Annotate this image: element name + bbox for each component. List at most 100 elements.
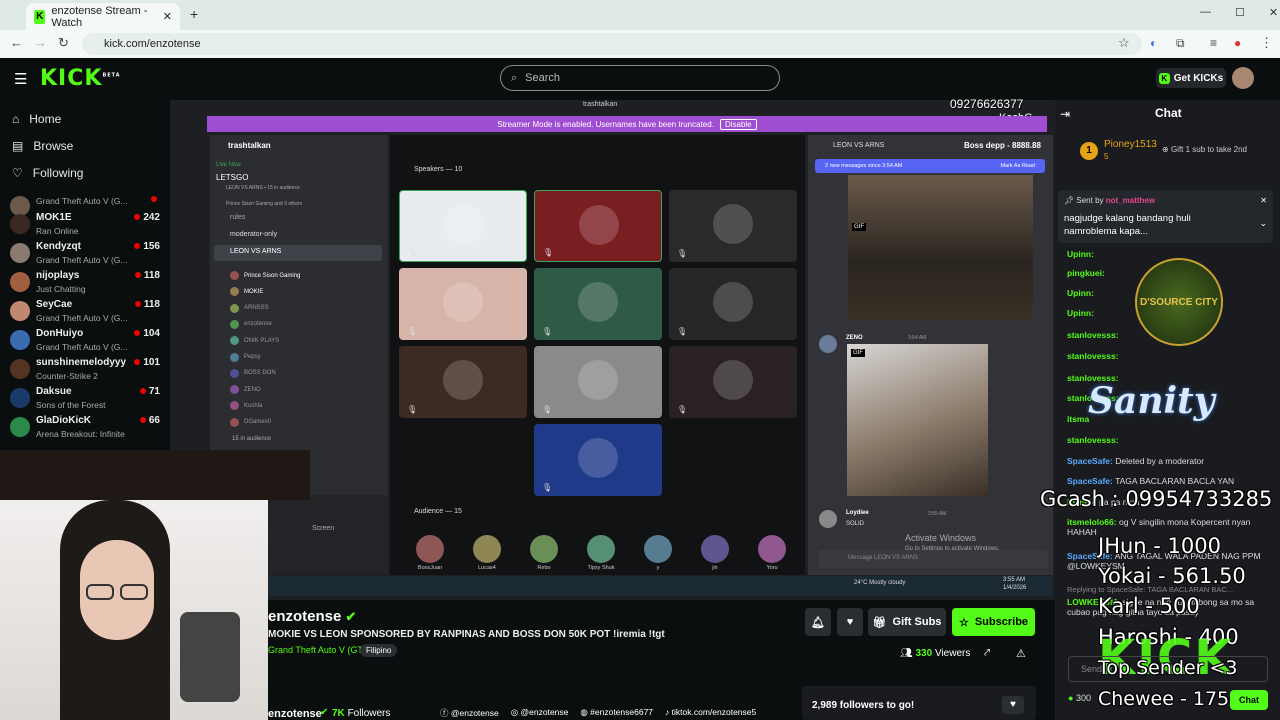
audience-member[interactable]: y: [638, 535, 678, 571]
extensions-puzzle-icon[interactable]: ⧉: [1176, 36, 1185, 51]
speaker-tile-5[interactable]: 🎙︎: [534, 268, 662, 340]
goal-heart-icon[interactable]: ♥: [1002, 696, 1024, 714]
tab-close-icon[interactable]: ✕: [163, 10, 172, 23]
followed-channel[interactable]: sunshinemelodyyy Counter-Strike 2 101: [10, 357, 160, 385]
discord-member[interactable]: ONIK PLAYS: [230, 336, 279, 346]
channel-rules[interactable]: rules: [230, 214, 245, 221]
discord-link[interactable]: ◍ #enzotense6677: [580, 707, 653, 719]
get-kicks-button[interactable]: K Get KICKs: [1156, 68, 1226, 88]
report-icon[interactable]: ⚠: [1016, 647, 1026, 660]
audience-member[interactable]: BossJuan: [410, 535, 450, 571]
maximize-icon[interactable]: ☐: [1235, 6, 1245, 19]
discord-member[interactable]: MOKIE: [230, 287, 263, 297]
profile-ext-icon[interactable]: ●: [1234, 36, 1241, 50]
disable-streamer-button[interactable]: Disable: [719, 118, 757, 130]
pinned-message-card[interactable]: 📌︎ Sent by not_matthew nagjudge kalang b…: [1058, 190, 1273, 243]
audience-member[interactable]: Lucas4: [467, 535, 507, 571]
reload-icon[interactable]: ↻: [58, 35, 69, 51]
chat-input[interactable]: Send: [1068, 656, 1268, 682]
discord-member[interactable]: ARNSSS: [230, 303, 269, 313]
channel-moderator-only[interactable]: moderator-only: [230, 231, 277, 238]
search-input[interactable]: ⌕ Search: [500, 65, 780, 91]
pinned-gifter-name[interactable]: Pioney1513: [1104, 139, 1157, 150]
extension-icon[interactable]: ◐: [1150, 36, 1157, 50]
chat-username[interactable]: itsma: [1067, 414, 1089, 424]
followed-channel[interactable]: Kendyzqt Grand Theft Auto V (G... 156: [10, 241, 160, 269]
chat-username[interactable]: stanlovesss:: [1067, 351, 1119, 361]
stream-game[interactable]: Grand Theft Auto V (GTA): [268, 645, 371, 655]
stage-channel[interactable]: LEON VS ARNS: [230, 248, 281, 255]
speaker-tile-2[interactable]: 🎙︎: [534, 190, 662, 262]
discord-member[interactable]: DGames0: [230, 417, 271, 427]
event-title[interactable]: LETSGO: [216, 173, 248, 182]
discord-message-input[interactable]: Message LEON VS ARNS: [818, 550, 1048, 568]
followed-channel[interactable]: nijoplays Just Chatting 118: [10, 270, 160, 298]
facebook-link[interactable]: ⓕ @enzotense: [440, 707, 499, 719]
url-input[interactable]: kick.com/enzotense: [82, 33, 1142, 55]
mark-read-button[interactable]: Mark As Read: [1000, 163, 1035, 169]
chat-username[interactable]: Upinn:: [1067, 249, 1094, 259]
followed-channel[interactable]: SeyCae Grand Theft Auto V (G... 118: [10, 299, 160, 327]
instagram-link[interactable]: ◎ @enzotense: [511, 707, 569, 719]
chat-username[interactable]: Upinn:: [1067, 308, 1094, 318]
browser-menu-icon[interactable]: ⋮: [1260, 35, 1273, 51]
expand-chevron-icon[interactable]: ⌄: [1259, 218, 1267, 229]
browser-tab[interactable]: K enzotense Stream - Watch ✕: [26, 3, 180, 30]
discord-member[interactable]: Pepsy: [230, 352, 261, 362]
discord-member[interactable]: BOSS DON: [230, 368, 276, 378]
chat-username[interactable]: itsmelolo66:: [1067, 517, 1117, 527]
user-avatar[interactable]: [1232, 67, 1254, 89]
audience-member[interactable]: Rebo: [524, 535, 564, 571]
speaker-tile-10[interactable]: 🎙︎: [534, 424, 662, 496]
new-tab-icon[interactable]: +: [190, 6, 198, 22]
speaker-tile-7[interactable]: 🎙︎: [399, 346, 527, 418]
nav-browse[interactable]: ▤ Browse: [12, 139, 73, 153]
speaker-tile-8[interactable]: 🎙︎: [534, 346, 662, 418]
gift-prompt[interactable]: ⊕ Gift 1 sub to take 2nd: [1162, 145, 1247, 154]
audience-member[interactable]: Yoru: [752, 535, 792, 571]
speaker-tile-3[interactable]: 🎙︎: [669, 190, 797, 262]
new-messages-bar[interactable]: 2 new messages since 3:54 AM Mark As Rea…: [815, 159, 1045, 173]
channel-name[interactable]: enzotense ✔: [268, 608, 356, 625]
tiktok-link[interactable]: ♪ tiktok.com/enzotense5: [665, 707, 756, 719]
gift-subs-button[interactable]: 🎁︎ Gift Subs: [868, 608, 946, 636]
speaker-tile-6[interactable]: 🎙︎: [669, 268, 797, 340]
forward-icon[interactable]: →: [34, 35, 47, 50]
chat-username[interactable]: stanlovesss:: [1067, 435, 1119, 445]
language-tag[interactable]: Filipino: [360, 644, 398, 657]
follow-heart-button[interactable]: ♥: [837, 608, 863, 636]
bookmark-star-icon[interactable]: ☆: [1118, 35, 1130, 51]
notification-bell-button[interactable]: 🔔︎: [805, 608, 831, 636]
speaker-tile-4[interactable]: 🎙︎: [399, 268, 527, 340]
reading-list-icon[interactable]: ≡: [1210, 36, 1217, 50]
window-close-icon[interactable]: ✕: [1269, 6, 1278, 19]
chat-username[interactable]: SpaceSafe:: [1067, 456, 1113, 466]
chat-username[interactable]: SpaceSafe:: [1067, 476, 1113, 486]
speaker-tile-9[interactable]: 🎙︎: [669, 346, 797, 418]
audience-member[interactable]: jin: [695, 535, 735, 571]
hamburger-menu-icon[interactable]: ☰: [14, 70, 27, 88]
kick-logo[interactable]: KICKBETA: [40, 66, 121, 91]
back-icon[interactable]: ←: [10, 35, 23, 50]
share-icon[interactable]: ⤤: [984, 647, 990, 660]
chat-username[interactable]: Upinn:: [1067, 288, 1094, 298]
discord-member[interactable]: Kushla: [230, 401, 262, 411]
nav-following[interactable]: ♡ Following: [12, 166, 83, 180]
nav-home[interactable]: ⌂ Home: [12, 112, 61, 126]
speaker-tile-1[interactable]: 🎙︎: [399, 190, 527, 262]
chat-username[interactable]: pingkuei:: [1067, 268, 1105, 278]
chat-username[interactable]: stanlovesss:: [1067, 330, 1119, 340]
collapse-chat-icon[interactable]: ⇥: [1060, 107, 1070, 121]
discord-member[interactable]: enzotense: [230, 319, 272, 329]
discord-member[interactable]: Prince Sison Gaming: [230, 271, 300, 280]
followed-channel[interactable]: MOK1E Ran Online 242: [10, 212, 160, 240]
followed-channel[interactable]: DonHuiyo Grand Theft Auto V (G... 104: [10, 328, 160, 356]
server-name[interactable]: trashtalkan: [228, 141, 271, 150]
subscribe-button[interactable]: ☆ Subscribe: [952, 608, 1035, 636]
followed-channel[interactable]: GlaDioKicK Arena Breakout: Infinite 66: [10, 415, 160, 443]
minimize-icon[interactable]: —: [1200, 6, 1211, 19]
unpin-icon[interactable]: ✕: [1260, 196, 1267, 205]
chat-send-button[interactable]: Chat: [1230, 690, 1268, 710]
audience-member[interactable]: Tipsy Shuk: [581, 535, 621, 571]
followed-channel[interactable]: Daksue Sons of the Forest 71: [10, 386, 160, 414]
